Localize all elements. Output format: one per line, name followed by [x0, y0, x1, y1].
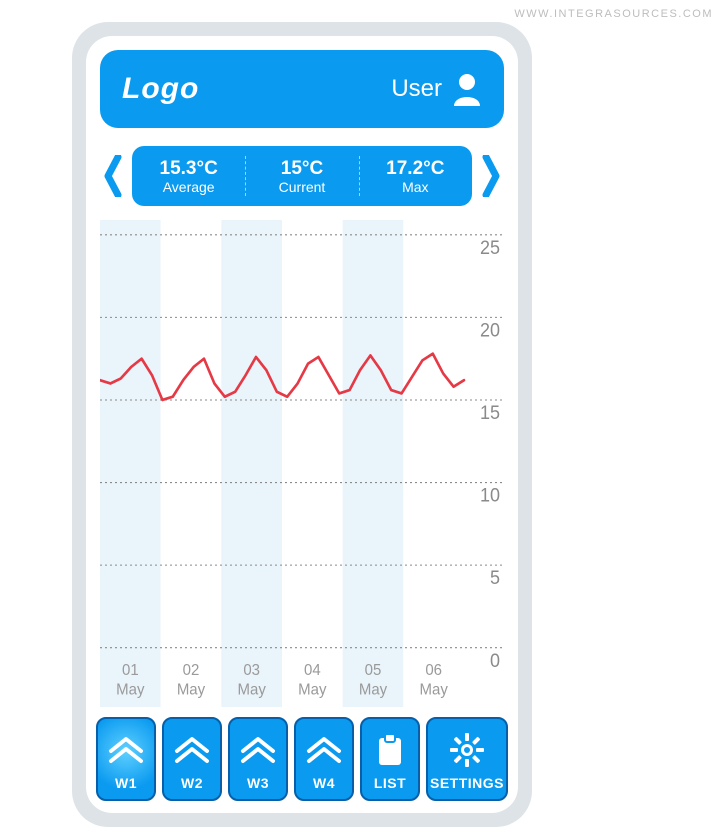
screen: Logo User 15.3°C Average [86, 36, 518, 813]
svg-text:May: May [238, 681, 267, 698]
svg-text:01: 01 [122, 662, 139, 679]
tab-settings[interactable]: SETTINGS [426, 717, 508, 801]
house-icon [107, 725, 145, 775]
temperature-chart: 051015202501May02May03May04May05May06May [100, 220, 504, 707]
svg-text:05: 05 [365, 662, 382, 679]
svg-text:03: 03 [243, 662, 260, 679]
stat-max-label: Max [402, 179, 428, 195]
tab-settings-label: SETTINGS [430, 775, 504, 791]
tab-w1-label: W1 [115, 775, 137, 791]
user-icon [452, 72, 482, 106]
next-chevron-icon[interactable] [478, 146, 504, 206]
tab-list[interactable]: LIST [360, 717, 420, 801]
prev-chevron-icon[interactable] [100, 146, 126, 206]
stat-current-value: 15°C [281, 158, 323, 180]
svg-text:May: May [177, 681, 206, 698]
logo: Logo [122, 72, 199, 106]
watermark: WWW.INTEGRASOURCES.COM [514, 8, 713, 20]
svg-text:May: May [116, 681, 145, 698]
house-icon [305, 725, 343, 775]
svg-text:20: 20 [480, 319, 500, 341]
house-icon [173, 725, 211, 775]
user-block[interactable]: User [391, 72, 482, 106]
tab-w2[interactable]: W2 [162, 717, 222, 801]
svg-text:May: May [298, 681, 327, 698]
stat-current: 15°C Current [245, 146, 358, 206]
svg-text:15: 15 [480, 402, 500, 424]
stat-average-value: 15.3°C [160, 158, 218, 180]
svg-text:May: May [420, 681, 449, 698]
stat-average: 15.3°C Average [132, 146, 245, 206]
chart-area: 051015202501May02May03May04May05May06May [100, 220, 504, 707]
svg-text:10: 10 [480, 484, 500, 506]
svg-text:May: May [359, 681, 388, 698]
tab-w4-label: W4 [313, 775, 335, 791]
stat-current-label: Current [279, 179, 326, 195]
tab-w3-label: W3 [247, 775, 269, 791]
svg-text:04: 04 [304, 662, 321, 679]
tab-list-label: LIST [374, 775, 406, 791]
tab-w3[interactable]: W3 [228, 717, 288, 801]
user-label: User [391, 75, 442, 103]
svg-text:5: 5 [490, 567, 500, 589]
gear-icon [450, 725, 484, 775]
svg-text:06: 06 [425, 662, 442, 679]
stat-max-value: 17.2°C [386, 158, 444, 180]
app-header: Logo User [100, 50, 504, 128]
svg-text:0: 0 [490, 649, 500, 671]
stats-pill: 15.3°C Average 15°C Current 17.2°C Max [132, 146, 472, 206]
stats-row: 15.3°C Average 15°C Current 17.2°C Max [100, 146, 504, 206]
stat-average-label: Average [163, 179, 215, 195]
clipboard-icon [376, 725, 404, 775]
svg-text:25: 25 [480, 236, 500, 258]
svg-text:02: 02 [183, 662, 200, 679]
stat-max: 17.2°C Max [359, 146, 472, 206]
tab-w1[interactable]: W1 [96, 717, 156, 801]
tab-w4[interactable]: W4 [294, 717, 354, 801]
tab-bar: W1 W2 W3 W4 [86, 707, 518, 813]
device-frame: Logo User 15.3°C Average [72, 22, 532, 827]
tab-w2-label: W2 [181, 775, 203, 791]
house-icon [239, 725, 277, 775]
